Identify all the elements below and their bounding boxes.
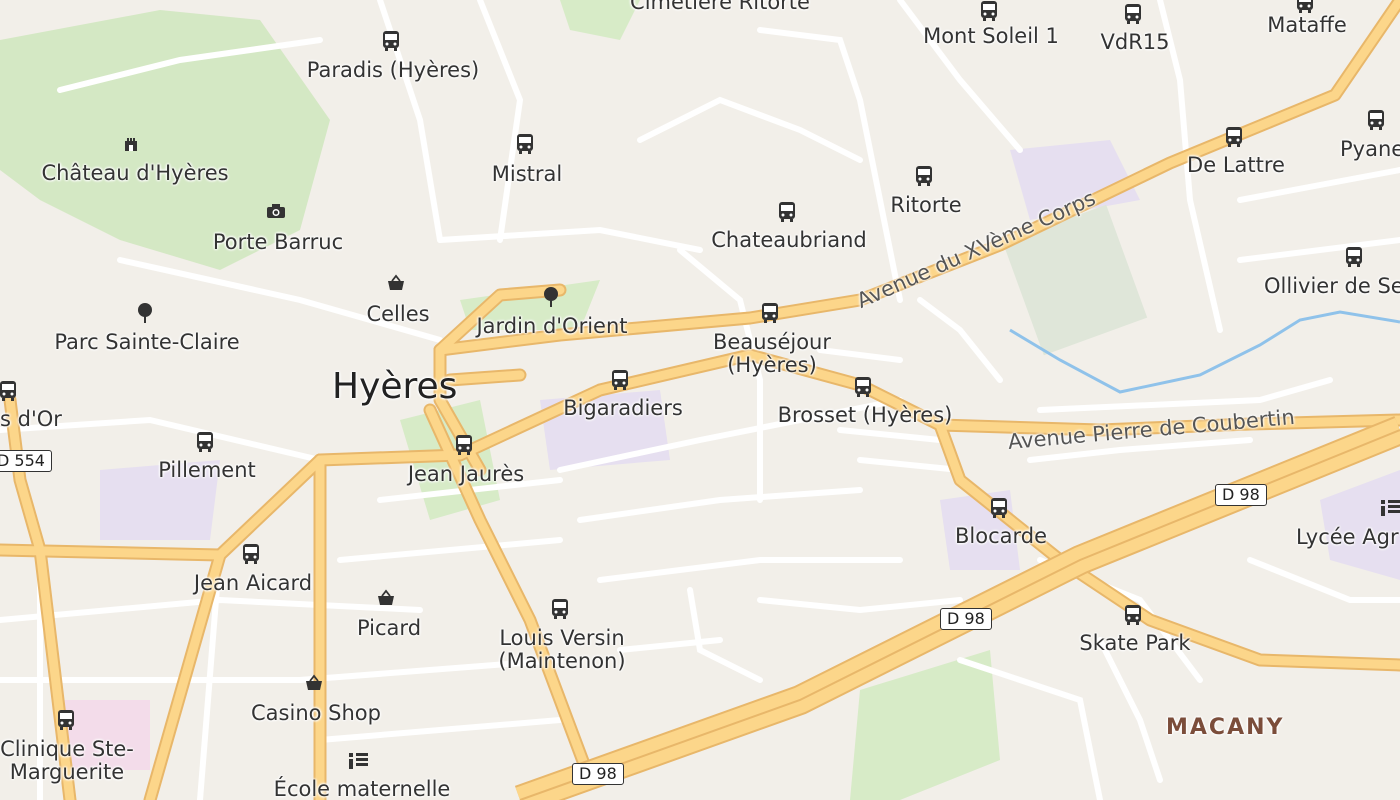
- place-label-porte-barruc[interactable]: Porte Barruc: [213, 230, 343, 254]
- bus-stop-label[interactable]: Pyane: [1340, 137, 1400, 161]
- route-shield-d98: D 98: [572, 763, 624, 785]
- bus-stop-icon[interactable]: [989, 497, 1013, 521]
- bus-stop-icon[interactable]: [195, 431, 219, 455]
- place-label-parc[interactable]: Parc Sainte-Claire: [54, 330, 239, 354]
- bus-stop-label[interactable]: s d'Or: [0, 407, 62, 431]
- bus-stop-icon[interactable]: [760, 302, 784, 326]
- bus-stop-label[interactable]: Jean Aicard: [194, 571, 312, 595]
- route-shield-d554: D 554: [0, 450, 52, 472]
- park-area: [560, 0, 640, 40]
- bus-stop-icon[interactable]: [56, 709, 80, 733]
- bus-stop-icon[interactable]: [241, 543, 265, 567]
- castle-icon[interactable]: [122, 134, 146, 158]
- bus-stop-label[interactable]: Paradis (Hyères): [307, 58, 479, 82]
- bus-stop-label[interactable]: Brosset (Hyères): [778, 403, 953, 427]
- bus-stop-label[interactable]: Clinique Ste-Marguerite: [0, 737, 137, 784]
- bus-stop-icon[interactable]: [515, 133, 539, 157]
- shopping-basket-icon[interactable]: [376, 589, 400, 613]
- city-label[interactable]: Hyères: [332, 367, 457, 407]
- bus-stop-label[interactable]: Ritorte: [890, 193, 961, 217]
- shopping-basket-icon[interactable]: [386, 274, 410, 298]
- tree-icon[interactable]: [134, 302, 158, 326]
- bus-stop-label[interactable]: De Lattre: [1187, 153, 1285, 177]
- camera-icon[interactable]: [266, 203, 290, 227]
- place-label-jardin[interactable]: Jardin d'Orient: [476, 314, 627, 338]
- bus-stop-label[interactable]: Louis Versin (Maintenon): [487, 626, 637, 673]
- bus-stop-icon[interactable]: [1224, 126, 1248, 150]
- bus-stop-label[interactable]: VdR15: [1100, 30, 1169, 54]
- map-base: [0, 0, 1400, 800]
- school-icon[interactable]: [1380, 498, 1400, 522]
- bus-stop-label[interactable]: Mataffe: [1267, 13, 1346, 37]
- district-label[interactable]: MACANY: [1166, 715, 1284, 740]
- route-shield-d98: D 98: [940, 608, 992, 630]
- bus-stop-icon[interactable]: [1123, 604, 1147, 628]
- school-label[interactable]: École maternelle: [274, 777, 451, 800]
- bus-stop-icon[interactable]: [0, 380, 22, 404]
- bus-stop-label[interactable]: Mont Soleil 1: [923, 24, 1059, 48]
- bus-stop-label[interactable]: Mistral: [492, 162, 562, 186]
- bus-stop-icon[interactable]: [1344, 246, 1368, 270]
- bus-stop-icon[interactable]: [979, 0, 1003, 24]
- bus-stop-label[interactable]: Skate Park: [1079, 631, 1190, 655]
- shop-label-picard[interactable]: Picard: [357, 616, 421, 640]
- bus-stop-icon[interactable]: [914, 165, 938, 189]
- bus-stop-icon[interactable]: [1366, 109, 1390, 133]
- map-view[interactable]: Avenue du XVème Corps Avenue Pierre de C…: [0, 0, 1400, 800]
- bus-stop-label[interactable]: Jean Jaurès: [408, 462, 524, 486]
- bus-stop-label[interactable]: Bigaradiers: [563, 396, 683, 420]
- shop-label-celles[interactable]: Celles: [366, 302, 429, 326]
- bus-stop-label[interactable]: Blocarde: [955, 524, 1047, 548]
- bus-stop-icon[interactable]: [381, 30, 405, 54]
- bus-stop-icon[interactable]: [777, 201, 801, 225]
- shop-label-casino[interactable]: Casino Shop: [251, 701, 381, 725]
- route-shield-d98: D 98: [1215, 484, 1267, 506]
- bus-stop-icon[interactable]: [550, 598, 574, 622]
- place-label-cimetiere[interactable]: Cimetière Ritorte: [630, 0, 810, 14]
- bus-stop-label[interactable]: Pillement: [158, 458, 256, 482]
- place-label-chateau[interactable]: Château d'Hyères: [41, 161, 228, 185]
- bus-stop-icon[interactable]: [610, 369, 634, 393]
- school-icon[interactable]: [348, 751, 372, 775]
- bus-stop-icon[interactable]: [853, 376, 877, 400]
- bus-stop-icon[interactable]: [454, 434, 478, 458]
- bus-stop-label[interactable]: Beauséjour (Hyères): [702, 330, 842, 377]
- tree-icon[interactable]: [540, 286, 564, 310]
- bus-stop-label[interactable]: Ollivier de Se: [1264, 274, 1400, 298]
- bus-stop-label[interactable]: Chateaubriand: [711, 228, 866, 252]
- school-label[interactable]: Lycée Agr: [1296, 525, 1399, 549]
- bus-stop-icon[interactable]: [1123, 3, 1147, 27]
- shopping-basket-icon[interactable]: [304, 674, 328, 698]
